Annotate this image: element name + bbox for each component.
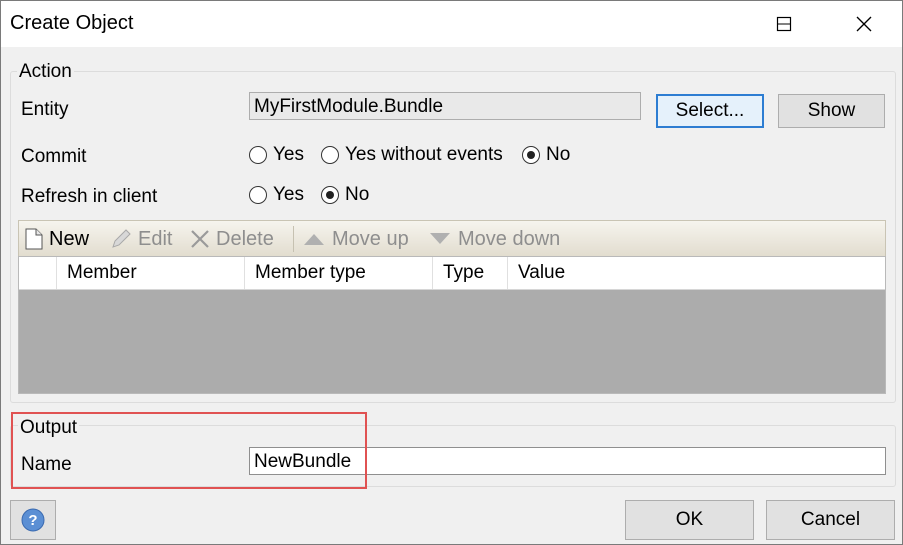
move-down-label: Move down (458, 227, 561, 250)
commit-yes-label: Yes (273, 144, 304, 165)
help-icon: ? (21, 508, 45, 532)
row-selector-header (19, 257, 57, 289)
column-header-member-type[interactable]: Member type (245, 257, 433, 289)
toolbar-separator (293, 226, 294, 252)
column-header-member[interactable]: Member (57, 257, 245, 289)
delete-x-icon (191, 230, 209, 248)
commit-yes-without-events-radio[interactable]: Yes without events (321, 144, 503, 166)
dialog-title: Create Object (10, 12, 134, 34)
refresh-in-client-label: Refresh in client (21, 186, 158, 207)
column-header-type[interactable]: Type (433, 257, 508, 289)
triangle-up-icon (304, 234, 324, 245)
commit-no-label: No (546, 144, 571, 165)
move-up-button[interactable]: Move up (302, 221, 409, 257)
radio-checked-icon (321, 186, 339, 204)
ok-button[interactable]: OK (625, 500, 754, 540)
refresh-no-radio[interactable]: No (321, 184, 369, 206)
new-document-icon (25, 228, 43, 250)
column-header-value[interactable]: Value (508, 257, 885, 289)
title-bar: Create Object (1, 1, 902, 47)
show-entity-button[interactable]: Show (778, 94, 885, 128)
commit-yes-radio[interactable]: Yes (249, 144, 304, 166)
grid-header: Member Member type Type Value (19, 257, 885, 290)
radio-unchecked-icon (249, 186, 267, 204)
delete-member-button[interactable]: Delete (190, 221, 274, 257)
delete-member-label: Delete (216, 227, 274, 250)
commit-no-radio[interactable]: No (522, 144, 570, 166)
new-member-button[interactable]: New (25, 221, 89, 257)
commit-label: Commit (21, 146, 87, 167)
help-button[interactable]: ? (10, 500, 56, 540)
entity-label: Entity (21, 99, 69, 120)
refresh-yes-label: Yes (273, 184, 304, 205)
members-toolbar: New Edit Delete Move up Move down (18, 220, 886, 256)
triangle-down-icon (430, 233, 450, 244)
cancel-button[interactable]: Cancel (766, 500, 895, 540)
pencil-icon (112, 229, 131, 248)
radio-unchecked-icon (321, 146, 339, 164)
move-up-label: Move up (332, 227, 409, 250)
close-icon (856, 16, 872, 32)
edit-member-label: Edit (138, 227, 173, 250)
create-object-dialog: Create Object Action Entity MyFirstModul… (0, 0, 903, 545)
refresh-no-label: No (345, 184, 370, 205)
maximize-button[interactable] (761, 1, 807, 47)
close-button[interactable] (841, 1, 887, 47)
output-highlight-box (11, 412, 367, 489)
radio-checked-icon (522, 146, 540, 164)
edit-member-button[interactable]: Edit (110, 221, 172, 257)
select-entity-button[interactable]: Select... (656, 94, 764, 128)
refresh-yes-radio[interactable]: Yes (249, 184, 304, 206)
new-member-label: New (49, 227, 90, 250)
move-down-button[interactable]: Move down (428, 221, 560, 257)
entity-field[interactable]: MyFirstModule.Bundle (249, 92, 641, 120)
svg-text:?: ? (28, 512, 37, 529)
action-group-label: Action (17, 61, 74, 83)
maximize-icon (776, 16, 792, 32)
radio-unchecked-icon (249, 146, 267, 164)
commit-yes-without-events-label: Yes without events (345, 144, 503, 165)
members-grid[interactable]: Member Member type Type Value (18, 256, 886, 394)
